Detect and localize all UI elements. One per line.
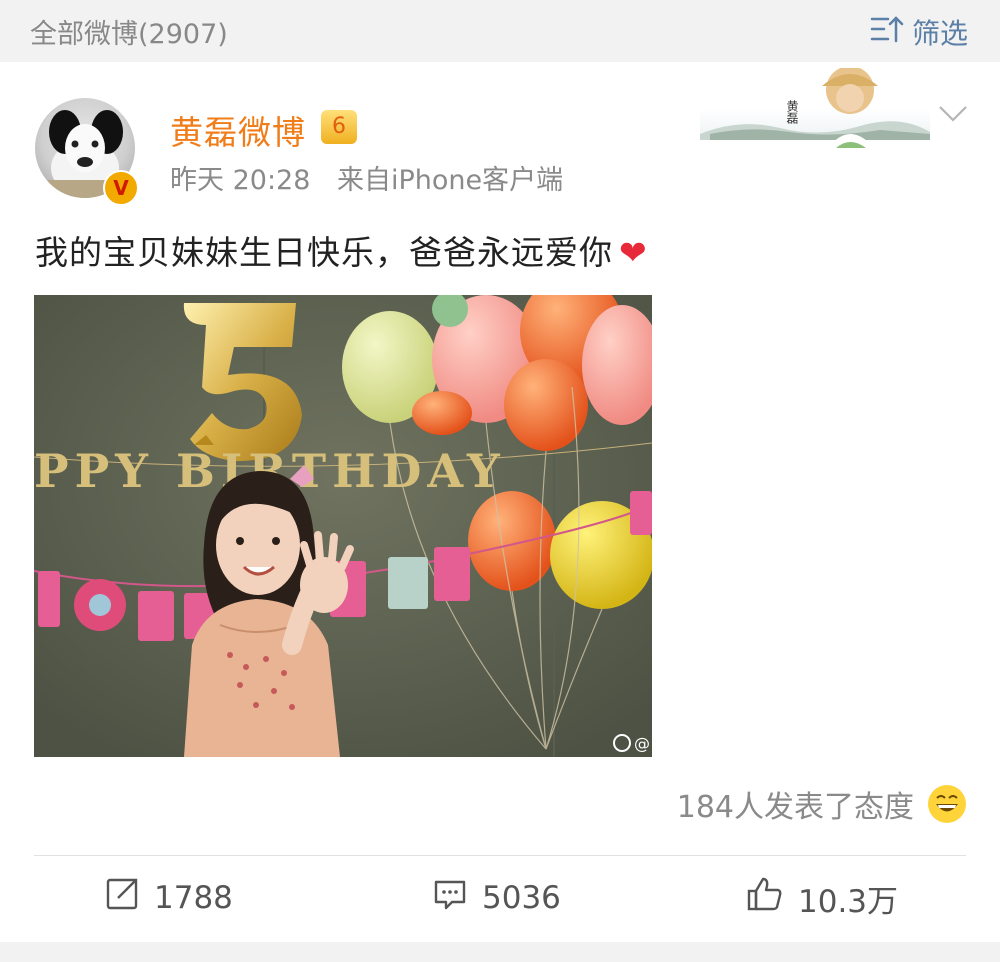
reactions-summary[interactable]: 184人发表了态度 [677,782,966,826]
like-button[interactable]: 10.3万 [746,868,898,928]
top-bar: 全部微博(2907) 筛选 [0,0,1000,62]
photo-watermark: @ [634,734,650,753]
repost-button[interactable]: 1788 [104,868,233,928]
post-text: 我的宝贝妹妹生日快乐，爸爸永远爱你 ❤ [35,226,648,274]
divider [34,855,966,856]
post-photo[interactable]: PPY BIRTHDAY @ [34,295,652,757]
verified-badge-icon: V [103,170,139,206]
post-meta: 昨天 20:28 来自iPhone客户端 [170,158,581,197]
banner-text: 黄磊 [785,100,799,125]
comment-count: 5036 [482,880,561,916]
chevron-down-icon[interactable] [938,104,968,124]
filter-label: 筛选 [911,17,968,50]
repost-icon [104,876,140,920]
vip-crown-icon: 6 [321,110,357,144]
thumbs-up-icon [746,875,784,921]
post-text-body: 我的宝贝妹妹生日快乐，爸爸永远爱你 [35,233,613,272]
username[interactable]: 黄磊微博 [170,106,306,154]
post-source: 来自iPhone客户端 [337,165,564,196]
repost-count: 1788 [154,880,233,916]
profile-banner-image: 黄磊 [700,66,930,154]
reactions-label: 184人发表了态度 [676,790,914,825]
weibo-post-card: V 黄磊微博 6 昨天 20:28 来自iPhone客户端 黄磊 我的宝贝妹妹生… [0,62,1000,942]
comment-icon [432,876,468,920]
like-count: 10.3万 [798,883,899,920]
filter-icon [870,14,904,51]
action-bar: 1788 5036 10.3万 [0,868,1000,928]
laughing-emoji-icon [928,785,966,823]
post-count-label: 全部微博(2907) [30,19,228,50]
heart-icon: ❤ [619,233,648,272]
filter-button[interactable]: 筛选 [870,12,968,52]
comment-button[interactable]: 5036 [432,868,561,928]
post-time: 昨天 20:28 [170,165,311,196]
